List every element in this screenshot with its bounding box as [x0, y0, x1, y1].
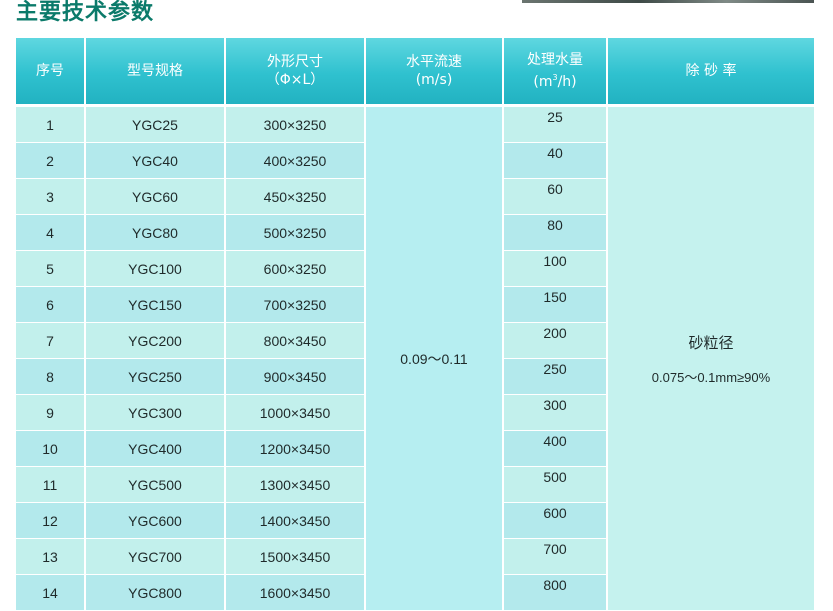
cell-size: 450×3250	[226, 179, 366, 215]
cell-removal: 砂粒径 0.075～0.1mm≥90%	[608, 107, 814, 611]
page-title: 主要技术参数	[16, 0, 155, 25]
cell-size: 800×3450	[226, 323, 366, 359]
header-model: 型号规格	[86, 38, 226, 107]
cell-model: YGC300	[86, 395, 226, 431]
cell-index: 4	[16, 215, 86, 251]
cell-capacity: 700	[504, 539, 608, 575]
cell-model: YGC800	[86, 575, 226, 611]
spec-table: 序号 型号规格 外形尺寸 （Φ×L） 水平流速 (m/s) 处理水量 (m3/h…	[16, 38, 814, 611]
cell-capacity: 40	[504, 143, 608, 179]
cell-model: YGC150	[86, 287, 226, 323]
cell-size: 1300×3450	[226, 467, 366, 503]
cell-size: 300×3250	[226, 107, 366, 143]
cell-capacity: 800	[504, 575, 608, 611]
cell-capacity: 200	[504, 323, 608, 359]
header-removal: 除 砂 率	[608, 38, 814, 107]
header-flow-title: 水平流速	[406, 54, 462, 70]
cell-capacity: 600	[504, 503, 608, 539]
cell-size: 1000×3450	[226, 395, 366, 431]
header-size: 外形尺寸 （Φ×L）	[226, 38, 366, 107]
cell-model: YGC600	[86, 503, 226, 539]
cell-index: 14	[16, 575, 86, 611]
cell-capacity: 60	[504, 179, 608, 215]
cell-model: YGC40	[86, 143, 226, 179]
cell-model: YGC500	[86, 467, 226, 503]
cell-size: 500×3250	[226, 215, 366, 251]
cell-capacity: 500	[504, 467, 608, 503]
removal-value: 0.075～0.1mm≥90%	[651, 369, 771, 385]
cell-size: 900×3450	[226, 359, 366, 395]
removal-label: 砂粒径	[688, 333, 734, 352]
cell-capacity: 300	[504, 395, 608, 431]
cell-size: 1400×3450	[226, 503, 366, 539]
header-size-title: 外形尺寸	[267, 54, 323, 70]
cell-index: 8	[16, 359, 86, 395]
cell-index: 3	[16, 179, 86, 215]
cell-index: 11	[16, 467, 86, 503]
cell-index: 12	[16, 503, 86, 539]
cell-index: 1	[16, 107, 86, 143]
cell-model: YGC80	[86, 215, 226, 251]
header-index: 序号	[16, 38, 86, 107]
cell-flow: 0.09～0.11	[366, 107, 504, 611]
cell-model: YGC60	[86, 179, 226, 215]
cell-capacity: 80	[504, 215, 608, 251]
cell-index: 9	[16, 395, 86, 431]
header-capacity: 处理水量 (m3/h)	[504, 38, 608, 107]
cell-size: 1200×3450	[226, 431, 366, 467]
header-flow: 水平流速 (m/s)	[366, 38, 504, 107]
cell-size: 700×3250	[226, 287, 366, 323]
table-header-row: 序号 型号规格 外形尺寸 （Φ×L） 水平流速 (m/s) 处理水量 (m3/h…	[16, 38, 814, 107]
cell-model: YGC400	[86, 431, 226, 467]
header-capacity-unit: (m3/h)	[533, 73, 577, 90]
cell-index: 13	[16, 539, 86, 575]
cell-capacity: 150	[504, 287, 608, 323]
cell-model: YGC700	[86, 539, 226, 575]
header-photo-strip	[522, 0, 814, 3]
cell-index: 10	[16, 431, 86, 467]
cell-model: YGC250	[86, 359, 226, 395]
cell-model: YGC100	[86, 251, 226, 287]
cell-size: 600×3250	[226, 251, 366, 287]
header-size-symbol: （Φ×L）	[265, 72, 325, 88]
cell-index: 5	[16, 251, 86, 287]
cell-index: 6	[16, 287, 86, 323]
cell-index: 7	[16, 323, 86, 359]
cell-size: 1600×3450	[226, 575, 366, 611]
cell-index: 2	[16, 143, 86, 179]
table-row: 1 YGC25 300×3250 0.09～0.11 25 砂粒径 0.075～0.1mm≥…	[16, 107, 814, 611]
cell-capacity: 25	[504, 107, 608, 143]
cell-capacity: 100	[504, 251, 608, 287]
header-flow-unit: (m/s)	[415, 72, 453, 88]
cell-model: YGC25	[86, 107, 226, 143]
header-capacity-title: 处理水量	[527, 52, 583, 68]
cell-capacity: 400	[504, 431, 608, 467]
cell-size: 1500×3450	[226, 539, 366, 575]
cell-model: YGC200	[86, 323, 226, 359]
cell-capacity: 250	[504, 359, 608, 395]
cell-size: 400×3250	[226, 143, 366, 179]
